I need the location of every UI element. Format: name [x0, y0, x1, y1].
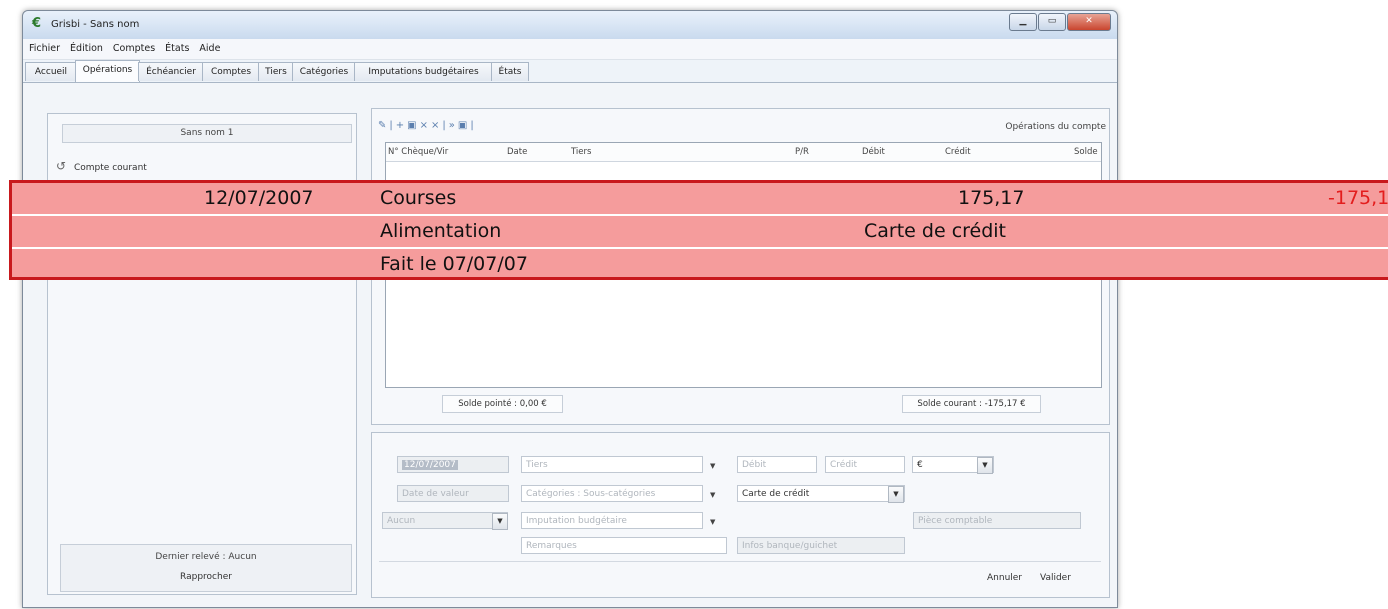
- column-cheque[interactable]: N° Chèque/Vir: [388, 147, 448, 157]
- close-icon[interactable]: ✕: [1067, 13, 1111, 31]
- budget-field[interactable]: Imputation budgétaire: [521, 512, 703, 529]
- validate-button[interactable]: Valider: [1040, 573, 1071, 583]
- clone-icon[interactable]: ×: [431, 120, 442, 131]
- edit-icon[interactable]: ✎: [378, 120, 389, 131]
- tab-accueil[interactable]: Accueil: [25, 62, 77, 81]
- tab-tiers[interactable]: Tiers: [258, 62, 294, 81]
- cancel-button[interactable]: Annuler: [987, 573, 1022, 583]
- tab-comptes[interactable]: Comptes: [202, 62, 260, 81]
- current-balance: Solde courant : -175,17 €: [902, 395, 1041, 413]
- account-icon: ↺: [56, 159, 67, 173]
- zoom-category: Alimentation: [380, 220, 502, 242]
- voucher-field[interactable]: Pièce comptable: [913, 512, 1081, 529]
- reconcile-button[interactable]: Rapprocher: [61, 572, 351, 582]
- payee-field[interactable]: Tiers: [521, 456, 703, 473]
- zoom-notes: Fait le 07/07/07: [380, 253, 528, 275]
- menu-edition[interactable]: Édition: [64, 39, 107, 54]
- zoom-date: 12/07/2007: [204, 187, 314, 209]
- menu-fichier[interactable]: Fichier: [23, 39, 64, 54]
- account-item-compte-courant[interactable]: Compte courant: [74, 163, 147, 173]
- zoom-payment-method: Carte de crédit: [864, 220, 1007, 242]
- column-tiers[interactable]: Tiers: [571, 147, 591, 157]
- transactions-toolbar: ✎|+▣××|»▣|: [378, 120, 477, 131]
- column-date[interactable]: Date: [507, 147, 527, 157]
- column-pr[interactable]: P/R: [795, 147, 809, 157]
- expand-icon[interactable]: »: [449, 120, 458, 131]
- credit-field[interactable]: Crédit: [825, 456, 905, 473]
- zoom-row-1[interactable]: 12/07/2007 Courses 175,17 -175,17: [12, 183, 1388, 216]
- value-date-field[interactable]: Date de valeur: [397, 485, 509, 502]
- title-bar[interactable]: € Grisbi - Sans nom ▁ ▭ ✕: [23, 11, 1117, 39]
- zoomed-transaction: 12/07/2007 Courses 175,17 -175,17 Alimen…: [9, 180, 1388, 280]
- maximize-icon[interactable]: ▭: [1038, 13, 1066, 31]
- tab-bar: Accueil Opérations Échéancier Comptes Ti…: [23, 60, 1117, 82]
- zoom-row-3[interactable]: Fait le 07/07/07: [12, 249, 1388, 280]
- tab-operations[interactable]: Opérations: [75, 60, 140, 82]
- last-statement-label: Dernier relevé : Aucun: [155, 552, 257, 562]
- form-separator: [379, 561, 1101, 562]
- minimize-icon[interactable]: ▁: [1009, 13, 1037, 31]
- payment-method-select[interactable]: Carte de crédit: [737, 485, 905, 502]
- currency-dropdown-icon[interactable]: ▼: [977, 457, 993, 474]
- category-field[interactable]: Catégories : Sous-catégories: [521, 485, 703, 502]
- tab-imputations-budgetaires[interactable]: Imputations budgétaires: [354, 62, 493, 81]
- payee-dropdown-icon[interactable]: ▼: [710, 462, 715, 470]
- menu-comptes[interactable]: Comptes: [107, 39, 159, 54]
- transactions-title: Opérations du compte: [1005, 122, 1106, 132]
- view-icon[interactable]: ▣: [458, 120, 470, 131]
- menu-etats[interactable]: États: [159, 39, 193, 54]
- new-transaction-icon[interactable]: +: [396, 120, 407, 131]
- file-name-label: Sans nom 1: [62, 124, 352, 143]
- window-title: Grisbi - Sans nom: [51, 19, 140, 30]
- zoom-row-2[interactable]: Alimentation Carte de crédit: [12, 216, 1388, 249]
- tab-etats[interactable]: États: [491, 62, 529, 81]
- app-window: € Grisbi - Sans nom ▁ ▭ ✕ Fichier Édition…: [22, 10, 1118, 608]
- debit-field[interactable]: Débit: [737, 456, 817, 473]
- tab-categories[interactable]: Catégories: [292, 62, 356, 81]
- menu-aide[interactable]: Aide: [193, 39, 224, 54]
- notes-field[interactable]: Remarques: [521, 537, 727, 554]
- bank-info-field[interactable]: Infos banque/guichet: [737, 537, 905, 554]
- delete-icon[interactable]: ×: [420, 120, 431, 131]
- menu-bar: Fichier Édition Comptes États Aide: [23, 39, 1117, 60]
- transaction-form: 12/07/2007 Tiers ▼ Débit Crédit € ▼ Date…: [371, 432, 1110, 598]
- reconcile-box: Dernier relevé : Aucun Rapprocher: [60, 544, 352, 592]
- calendar-icon[interactable]: ▣: [407, 120, 419, 131]
- column-solde[interactable]: Solde: [1074, 147, 1098, 157]
- window-controls: ▁ ▭ ✕: [1008, 13, 1111, 31]
- date-field[interactable]: 12/07/2007: [397, 456, 509, 473]
- payment-method-dropdown-icon[interactable]: ▼: [888, 486, 904, 503]
- category-dropdown-icon[interactable]: ▼: [710, 491, 715, 499]
- list-header: N° Chèque/Vir Date Tiers P/R Débit Crédi…: [386, 143, 1101, 162]
- grisbi-euro-icon: €: [32, 16, 42, 31]
- zoom-balance: -175,17: [1328, 187, 1388, 209]
- column-debit[interactable]: Débit: [862, 147, 885, 157]
- zoom-payee: Courses: [380, 187, 457, 209]
- pointed-balance: Solde pointé : 0,00 €: [442, 395, 563, 413]
- exercise-select[interactable]: Aucun: [382, 512, 508, 529]
- tab-echeancier[interactable]: Échéancier: [138, 62, 204, 81]
- column-credit[interactable]: Crédit: [945, 147, 971, 157]
- zoom-debit: 175,17: [958, 187, 1025, 209]
- budget-dropdown-icon[interactable]: ▼: [710, 518, 715, 526]
- exercise-dropdown-icon[interactable]: ▼: [492, 513, 508, 530]
